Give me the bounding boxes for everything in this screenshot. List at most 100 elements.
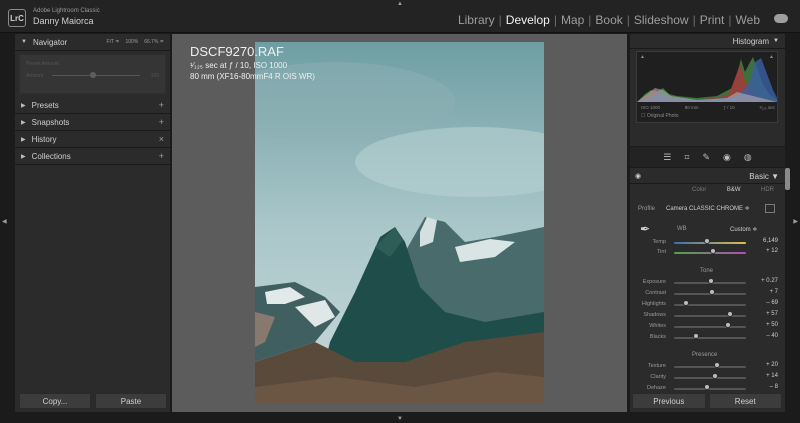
healing-icon[interactable]: ✎ <box>702 152 710 163</box>
slider-knob[interactable] <box>725 322 731 328</box>
highlight-clipping-icon[interactable]: ▲ <box>769 54 774 60</box>
photo-canvas[interactable] <box>172 34 627 412</box>
slider-track[interactable] <box>674 366 746 368</box>
slider-value[interactable]: – 8 <box>750 384 778 390</box>
slider-track[interactable] <box>674 242 746 244</box>
red-eye-icon[interactable]: ◉ <box>723 152 731 163</box>
slider-value[interactable]: + 57 <box>750 311 778 317</box>
photo-image[interactable] <box>255 42 544 404</box>
amount-label: Amount <box>26 73 44 79</box>
slider-value[interactable]: + 20 <box>750 362 778 368</box>
tone-label: Tone <box>700 268 714 274</box>
slider-track[interactable] <box>674 315 746 317</box>
slider-knob[interactable] <box>709 247 716 254</box>
module-separator: | <box>553 13 557 27</box>
navigator-zoom-options: FIT ≑ 100% 66.7% ≑ <box>106 39 164 45</box>
snapshots-header[interactable]: ▶ Snapshots + <box>15 114 170 131</box>
treatment-bw[interactable]: B&W <box>723 186 745 194</box>
module-map[interactable]: Map <box>559 13 586 27</box>
photo-info-overlay: DSCF9270.RAF ¹⁄₁₂₅ sec at ƒ / 10, ISO 10… <box>190 44 315 81</box>
slider-value[interactable]: + 0.27 <box>750 278 778 284</box>
basic-header[interactable]: ◉ Basic ▼ <box>630 169 785 184</box>
slider-tint[interactable]: Tint + 12 <box>636 247 778 257</box>
module-separator: | <box>498 13 502 27</box>
reset-button[interactable]: Reset <box>708 393 782 409</box>
profile-browser-grid-icon[interactable] <box>765 204 775 213</box>
slider-shadows[interactable]: Shadows + 57 <box>636 311 778 320</box>
slider-knob[interactable] <box>712 373 719 379</box>
slider-exposure[interactable]: Exposure + 0.27 <box>636 278 778 287</box>
bottom-panel-toggle-icon[interactable]: ▼ <box>397 416 403 422</box>
wb-dropdown[interactable]: Custom ≑ <box>730 226 757 233</box>
slider-value[interactable]: + 14 <box>750 373 778 379</box>
slider-texture[interactable]: Texture + 20 <box>636 362 778 371</box>
basic-label: Basic ▼ <box>749 172 779 181</box>
presets-header[interactable]: ▶ Presets + <box>15 97 170 114</box>
slider-track[interactable] <box>674 326 746 328</box>
collections-header[interactable]: ▶ Collections + <box>15 148 170 165</box>
module-slideshow[interactable]: Slideshow <box>632 13 691 27</box>
histogram[interactable]: ▲ ▲ ISO 1000 80 mm ƒ / 10 ¹⁄₁₂₅ sec ☐ Or… <box>636 51 778 123</box>
slider-knob[interactable] <box>692 333 699 339</box>
eyedropper-icon[interactable]: ✒ <box>640 222 650 236</box>
module-web[interactable]: Web <box>734 13 762 27</box>
slider-contrast[interactable]: Contrast + 7 <box>636 289 778 298</box>
slider-value[interactable]: – 40 <box>750 333 778 339</box>
cloud-sync-icon[interactable] <box>774 14 788 23</box>
copy-button[interactable]: Copy... <box>19 393 91 409</box>
navigator-header[interactable]: ▼ Navigator FIT ≑ 100% 66.7% ≑ <box>15 34 170 51</box>
slider-value[interactable]: + 7 <box>750 289 778 295</box>
collections-label: Collections <box>31 151 71 161</box>
histogram-header[interactable]: Histogram ▼ <box>630 34 785 49</box>
right-panel-toggle-icon[interactable]: ▶ <box>793 218 798 225</box>
slider-whites[interactable]: Whites + 50 <box>636 322 778 331</box>
slider-value[interactable]: – 69 <box>750 300 778 306</box>
slider-track[interactable] <box>674 337 746 339</box>
slider-label: Shadows <box>643 312 666 318</box>
profile-dropdown[interactable]: Camera CLASSIC CHROME ≑ <box>666 205 750 212</box>
right-panel-scrollbar[interactable] <box>785 168 790 190</box>
slider-dehaze[interactable]: Dehaze – 8 <box>636 384 778 393</box>
original-photo-checkbox[interactable]: ☐ Original Photo <box>641 113 679 119</box>
history-header[interactable]: ▶ History × <box>15 131 170 148</box>
previous-reset-bar: Previous Reset <box>632 393 782 409</box>
add-preset-icon[interactable]: + <box>159 100 164 110</box>
zoom-100[interactable]: 100% <box>125 39 138 45</box>
slider-label: Contrast <box>645 290 666 296</box>
module-library[interactable]: Library <box>456 13 497 27</box>
slider-value[interactable]: 6,149 <box>750 238 778 244</box>
visibility-eye-icon[interactable]: ◉ <box>635 172 641 180</box>
slider-track[interactable] <box>674 377 746 379</box>
navigator-preview[interactable]: Preset Amount Amount 100 <box>19 54 166 94</box>
masking-icon[interactable]: ◍ <box>744 152 752 163</box>
slider-knob[interactable] <box>682 300 689 306</box>
previous-button[interactable]: Previous <box>632 393 706 409</box>
left-panel-toggle-icon[interactable]: ◀ <box>2 218 7 225</box>
slider-value[interactable]: + 50 <box>750 322 778 328</box>
zoom-custom[interactable]: 66.7% ≑ <box>144 39 164 45</box>
paste-button[interactable]: Paste <box>95 393 167 409</box>
slider-blacks[interactable]: Blacks – 40 <box>636 333 778 342</box>
treatment-hdr[interactable]: HDR <box>757 186 778 194</box>
top-panel-toggle-icon[interactable]: ▲ <box>397 1 403 7</box>
add-collection-icon[interactable]: + <box>159 151 164 161</box>
slider-temp[interactable]: Temp 6,149 <box>636 238 778 247</box>
module-develop[interactable]: Develop <box>504 13 552 27</box>
treatment-color[interactable]: Color <box>688 186 710 194</box>
module-print[interactable]: Print <box>698 13 727 27</box>
edit-sliders-icon[interactable]: ☰ <box>663 152 671 163</box>
slider-track[interactable] <box>674 388 746 390</box>
clear-history-icon[interactable]: × <box>159 134 164 144</box>
slider-value[interactable]: + 12 <box>750 248 778 254</box>
shadow-clipping-icon[interactable]: ▲ <box>640 54 645 60</box>
slider-clarity[interactable]: Clarity + 14 <box>636 373 778 382</box>
zoom-fit[interactable]: FIT ≑ <box>106 39 119 45</box>
slider-highlights[interactable]: Highlights – 69 <box>636 300 778 309</box>
module-book[interactable]: Book <box>593 13 624 27</box>
crop-icon[interactable]: ⌗ <box>684 152 689 163</box>
photo-exposure: ¹⁄₁₂₅ sec at ƒ / 10, ISO 1000 <box>190 61 288 70</box>
amount-slider-knob[interactable] <box>90 72 96 78</box>
add-snapshot-icon[interactable]: + <box>159 117 164 127</box>
app-name: Adobe Lightroom Classic <box>33 8 100 14</box>
copy-paste-bar: Copy... Paste <box>19 393 167 409</box>
